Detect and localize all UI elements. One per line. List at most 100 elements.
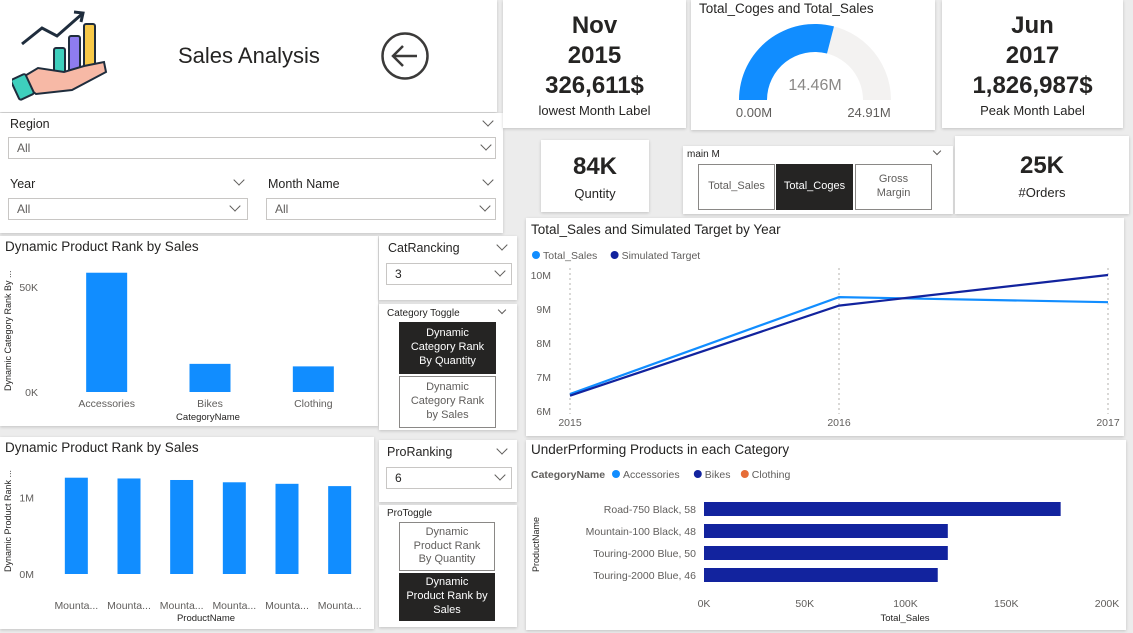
y-tick-label: 0K xyxy=(25,387,38,399)
bar xyxy=(704,568,938,582)
month-dropdown[interactable]: All xyxy=(266,198,496,220)
y-tick-label: 9M xyxy=(536,304,551,316)
kpi-orders-label: #Orders xyxy=(1018,184,1066,200)
x-tick-label: Mounta... xyxy=(54,600,98,612)
region-dropdown[interactable]: All xyxy=(8,137,496,159)
kpi-lowest-value: 326,611$ xyxy=(545,71,644,99)
bar xyxy=(328,486,352,574)
x-tick-label: Mounta... xyxy=(265,600,309,612)
kpi-quantity-label: Quntity xyxy=(574,185,616,201)
x-tick-label: 0K xyxy=(698,598,711,610)
proranking-value: 6 xyxy=(395,471,402,485)
x-tick-label: 2017 xyxy=(1096,417,1120,429)
y-tick-label: Mountain-100 Black, 48 xyxy=(586,526,696,538)
page-title: Sales Analysis xyxy=(178,43,320,68)
y-tick-label: 6M xyxy=(536,406,551,418)
y-tick-label: 1M xyxy=(19,493,34,505)
kpi-orders-value: 25K xyxy=(1019,151,1065,179)
chevron-down-icon[interactable] xyxy=(482,115,494,127)
back-arrow-icon[interactable] xyxy=(380,31,430,81)
gauge-max-label: 24.91M xyxy=(847,105,890,120)
x-axis-label: CategoryName xyxy=(176,412,240,423)
underperforming-bar-chart: CategoryName Accessories Bikes Clothing Prod… xyxy=(531,469,1119,624)
y-tick-label: 50K xyxy=(19,282,38,294)
legend-marker xyxy=(532,251,540,259)
chevron-down-icon[interactable] xyxy=(932,146,942,156)
catranking-label: CatRancking xyxy=(388,241,460,255)
x-tick-label: Mounta... xyxy=(318,600,362,612)
region-slicer-label: Region xyxy=(10,117,50,131)
x-tick-label: Mounta... xyxy=(107,600,151,612)
legend-label: Total_Sales xyxy=(543,250,597,262)
bar xyxy=(189,363,231,392)
y-tick-label: 0M xyxy=(19,569,34,581)
gauge-card: Total_Coges and Total_Sales 14.46M 0.00M… xyxy=(691,0,935,130)
main-m-total-sales-button[interactable]: Total_Sales xyxy=(698,164,775,210)
x-axis-label: ProductName xyxy=(177,613,235,624)
bar xyxy=(222,482,246,574)
x-tick-label: 150K xyxy=(994,598,1019,610)
y-tick-label: Road-750 Black, 58 xyxy=(604,504,696,516)
bar xyxy=(275,483,299,574)
y-axis-label: ProductName xyxy=(531,517,541,572)
chevron-down-icon[interactable] xyxy=(496,443,508,455)
catranking-dropdown[interactable]: 3 xyxy=(386,263,512,285)
x-tick-label: 2015 xyxy=(558,417,582,429)
legend-label: Bikes xyxy=(705,469,731,481)
chevron-down-icon[interactable] xyxy=(497,305,507,315)
kpi-peak-month: Jun xyxy=(1011,11,1054,39)
x-tick-label: Mounta... xyxy=(212,600,256,612)
y-tick-label: Touring-2000 Blue, 50 xyxy=(593,548,696,560)
category-rank-by-quantity-button[interactable]: Dynamic Category Rank By Quantity xyxy=(399,322,496,374)
y-tick-label: 10M xyxy=(531,270,551,282)
product-toggle-label: ProToggle xyxy=(387,508,433,519)
main-m-gross-margin-button[interactable]: Gross Margin xyxy=(855,164,932,210)
x-tick-label: Clothing xyxy=(294,398,333,410)
main-m-total-coges-button[interactable]: Total_Coges xyxy=(776,164,853,210)
catranking-value: 3 xyxy=(395,267,402,281)
header-card: Sales Analysis xyxy=(0,0,497,112)
x-tick-label: Bikes xyxy=(197,398,223,410)
y-axis-label: Dynamic Product Rank ... xyxy=(3,470,13,572)
y-tick-label: 7M xyxy=(536,372,551,384)
kpi-peak-value: 1,826,987$ xyxy=(972,71,1093,99)
chevron-down-icon[interactable] xyxy=(233,174,245,186)
kpi-lowest-label: lowest Month Label xyxy=(538,102,651,118)
kpi-orders-card: 25K #Orders xyxy=(955,136,1129,214)
kpi-lowest-year: 2015 xyxy=(567,41,622,69)
product-bar-chart-card: Dynamic Product Rank by Sales 0M 1M Dynami… xyxy=(0,437,374,629)
category-toggle: Category Toggle Dynamic Category Rank By… xyxy=(379,304,517,430)
chevron-down-icon[interactable] xyxy=(496,239,508,251)
gauge-min-label: 0.00M xyxy=(736,105,772,120)
product-rank-by-sales-button[interactable]: Dynamic Product Rank by Sales xyxy=(399,573,495,621)
main-m-toggle: main M Total_Sales Total_Coges Gross Mar… xyxy=(683,146,953,214)
bar xyxy=(117,478,141,574)
bar xyxy=(704,524,948,538)
x-tick-label: Mounta... xyxy=(160,600,204,612)
y-tick-label: 8M xyxy=(536,338,551,350)
category-rank-by-sales-button[interactable]: Dynamic Category Rank by Sales xyxy=(399,376,496,428)
kpi-lowest-month-card: Nov 2015 326,611$ lowest Month Label xyxy=(503,0,686,128)
legend-marker xyxy=(610,251,619,259)
chevron-down-icon[interactable] xyxy=(482,174,494,186)
month-dropdown-value: All xyxy=(275,202,289,216)
year-dropdown[interactable]: All xyxy=(8,198,248,220)
gauge-value-label: 14.46M xyxy=(788,77,841,94)
product-rank-by-quantity-button[interactable]: Dynamic Product Rank By Quantity xyxy=(399,522,495,571)
legend-marker xyxy=(740,470,749,478)
year-slicer-label: Year xyxy=(10,177,36,191)
x-tick-label: Accessories xyxy=(78,398,135,410)
year-dropdown-value: All xyxy=(17,202,31,216)
bar xyxy=(704,546,948,560)
bar xyxy=(704,502,1061,516)
category-toggle-label: Category Toggle xyxy=(387,308,460,319)
proranking-slicer: ProRanking 6 xyxy=(379,440,517,502)
hand-holding-chart-icon xyxy=(12,10,108,101)
gauge-title: Total_Coges and Total_Sales xyxy=(699,1,874,16)
underperforming-chart-card: UnderPrforming Products in each Category… xyxy=(526,440,1126,630)
x-tick-label: 50K xyxy=(795,598,814,610)
category-bar-chart-card: Dynamic Product Rank by Sales 0K 50K Dynam… xyxy=(0,236,378,426)
proranking-dropdown[interactable]: 6 xyxy=(386,467,512,489)
x-axis-label: Total_Sales xyxy=(880,613,929,624)
legend-title: CategoryName xyxy=(531,469,605,481)
